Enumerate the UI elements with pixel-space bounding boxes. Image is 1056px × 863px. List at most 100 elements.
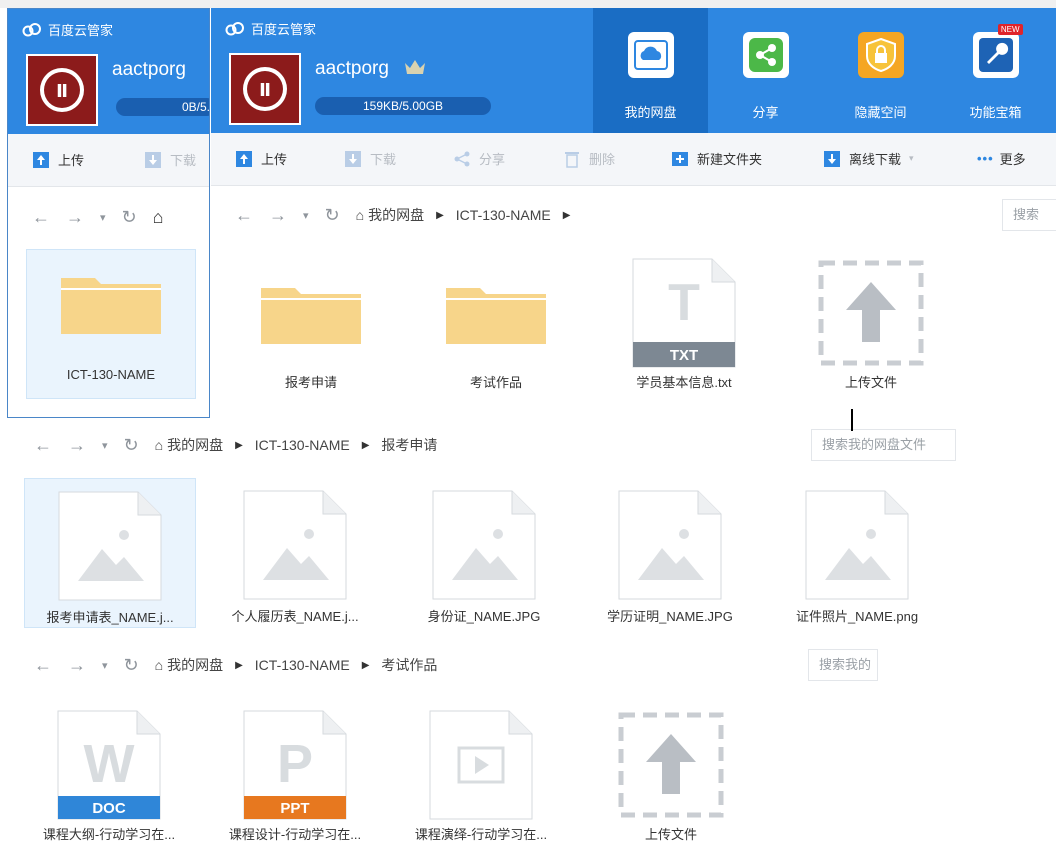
breadcrumb-folder[interactable]: ICT-130-NAME [456, 207, 551, 223]
image-file[interactable]: 学历证明_NAME.JPG [585, 490, 755, 625]
back-arrow-icon[interactable]: ← [34, 435, 52, 456]
quota-bar: 159KB/5.00GB [315, 97, 491, 115]
breadcrumb-root[interactable]: 我的网盘 [368, 205, 424, 225]
nav-hidden-space[interactable]: 隐藏空间 [823, 8, 938, 133]
file-name: 报考申请表_NAME.j... [46, 610, 174, 625]
forward-arrow-icon[interactable]: → [269, 205, 287, 226]
avatar[interactable]: Ⅱ [26, 54, 98, 126]
back-address-bar: ← → ▾ ↻ ⌂ [8, 193, 209, 241]
download-button[interactable]: 下载 [144, 150, 196, 169]
txt-file-icon: T TXT [629, 258, 739, 368]
chevron-right-icon: ▶ [235, 439, 243, 451]
file-type-badge: DOC [92, 799, 126, 817]
file-name: 上传文件 [844, 375, 897, 390]
upload-file-tile[interactable]: 上传文件 [586, 710, 756, 843]
upload-file-tile[interactable]: 上传文件 [806, 258, 936, 391]
home-icon[interactable]: ⌂ [155, 437, 163, 453]
back-header: 百度云管家 Ⅱ aactporg 0B/5. [8, 9, 209, 134]
back-arrow-icon[interactable]: ← [34, 655, 52, 676]
breadcrumb-folder[interactable]: ICT-130-NAME [255, 657, 350, 673]
forward-arrow-icon[interactable]: → [68, 435, 86, 456]
back-arrow-icon[interactable]: ← [32, 207, 50, 228]
folder-ict-130-name[interactable]: ICT-130-NAME [26, 249, 196, 399]
chevron-right-icon: ▶ [361, 439, 370, 451]
offline-download-button[interactable]: 离线下载 ▾ [823, 149, 914, 168]
share-small-icon [453, 150, 471, 168]
refresh-icon[interactable]: ↻ [122, 207, 137, 228]
history-dropdown-icon[interactable]: ▾ [102, 659, 108, 672]
search-input[interactable]: 搜索我的 [808, 649, 878, 681]
breadcrumb-root[interactable]: 我的网盘 [167, 435, 223, 455]
upload-icon [235, 150, 253, 168]
file-txt[interactable]: T TXT 学员基本信息.txt [619, 258, 749, 391]
username[interactable]: aactporg [315, 58, 426, 82]
more-dots-icon: ••• [977, 151, 994, 166]
nav-share[interactable]: 分享 [708, 8, 823, 133]
refresh-icon[interactable]: ↻ [325, 205, 340, 226]
panel3-address-bar: ← → ▾ ↻ ⌂ 我的网盘 ▶ ICT-130-NAME ▶ 考试作品 [10, 641, 878, 689]
toolbox-icon: NEW [972, 24, 1023, 78]
breadcrumb: ⌂ 我的网盘 ▶ ICT-130-NAME ▶ 报考申请 [155, 435, 438, 455]
image-file[interactable]: 报考申请表_NAME.j... [24, 478, 196, 628]
breadcrumb: ⌂ 我的网盘 ▶ ICT-130-NAME ▶ [356, 205, 583, 225]
home-icon[interactable]: ⌂ [356, 207, 364, 223]
refresh-icon[interactable]: ↻ [124, 435, 139, 456]
image-file-icon [429, 490, 539, 600]
file-name: 上传文件 [644, 827, 697, 842]
file-name: 课程设计-行动学习在... [228, 827, 362, 842]
image-file[interactable]: 身份证_NAME.JPG [399, 490, 569, 625]
image-file-icon [615, 490, 725, 600]
breadcrumb-folder[interactable]: ICT-130-NAME [255, 437, 350, 453]
text-cursor [851, 409, 853, 431]
home-icon[interactable]: ⌂ [153, 207, 164, 228]
new-folder-button[interactable]: 新建文件夹 [671, 149, 762, 168]
nav-my-drive[interactable]: 我的网盘 [593, 8, 708, 133]
chevron-right-icon: ▶ [235, 659, 243, 671]
history-dropdown-icon[interactable]: ▾ [100, 211, 106, 224]
breadcrumb-root[interactable]: 我的网盘 [167, 655, 223, 675]
main-window: 百度云管家 Ⅱ aactporg 159KB/5.00GB 我的网盘 分享 隐藏… [211, 8, 1056, 418]
brand-name: 百度云管家 [48, 23, 114, 38]
file-name: 身份证_NAME.JPG [427, 609, 541, 624]
file-name: 学历证明_NAME.JPG [607, 609, 733, 624]
history-dropdown-icon[interactable]: ▾ [102, 439, 108, 452]
refresh-icon[interactable]: ↻ [124, 655, 139, 676]
brand-name: 百度云管家 [251, 22, 317, 37]
folder-kaoshi[interactable]: 考试作品 [441, 258, 551, 391]
upload-button[interactable]: 上传 [235, 149, 287, 168]
home-icon[interactable]: ⌂ [155, 657, 163, 673]
doc-file[interactable]: W DOC 课程大纲-行动学习在... [24, 710, 194, 843]
upload-icon [616, 710, 726, 820]
search-input[interactable]: 搜索我的网盘文件 [811, 429, 956, 461]
nav-toolbox[interactable]: NEW 功能宝箱 [938, 8, 1053, 133]
download-button[interactable]: 下载 [344, 149, 396, 168]
image-file[interactable]: 证件照片_NAME.png [772, 490, 942, 625]
image-file[interactable]: 个人履历表_NAME.j... [210, 490, 380, 625]
history-dropdown-icon[interactable]: ▾ [303, 209, 309, 222]
avatar[interactable]: Ⅱ [229, 53, 301, 125]
cloud-icon [627, 32, 674, 78]
search-input[interactable]: 搜索 [1002, 199, 1056, 231]
breadcrumb-subfolder[interactable]: 考试作品 [381, 655, 437, 675]
share-button[interactable]: 分享 [453, 149, 505, 168]
username[interactable]: aactporg [112, 59, 186, 81]
back-arrow-icon[interactable]: ← [235, 205, 253, 226]
svg-text:Ⅱ: Ⅱ [259, 80, 271, 101]
brand: 百度云管家 [225, 19, 316, 38]
breadcrumb-subfolder[interactable]: 报考申请 [381, 435, 437, 455]
video-file[interactable]: 课程演绎-行动学习在... [396, 710, 566, 843]
upload-button[interactable]: 上传 [32, 150, 84, 169]
more-button[interactable]: ••• 更多 [977, 149, 1026, 168]
file-type-badge: PPT [280, 799, 310, 817]
ppt-file-icon: P PPT [240, 710, 350, 820]
folder-baokao[interactable]: 报考申请 [256, 258, 366, 391]
forward-arrow-icon[interactable]: → [68, 655, 86, 676]
download-icon [144, 151, 162, 169]
ppt-file[interactable]: P PPT 课程设计-行动学习在... [210, 710, 380, 843]
svg-text:W: W [84, 734, 135, 794]
chevron-right-icon: ▶ [361, 659, 370, 671]
delete-button[interactable]: 删除 [563, 149, 615, 168]
forward-arrow-icon[interactable]: → [66, 207, 84, 228]
upload-icon [32, 151, 50, 169]
file-name: 报考申请 [284, 375, 337, 390]
